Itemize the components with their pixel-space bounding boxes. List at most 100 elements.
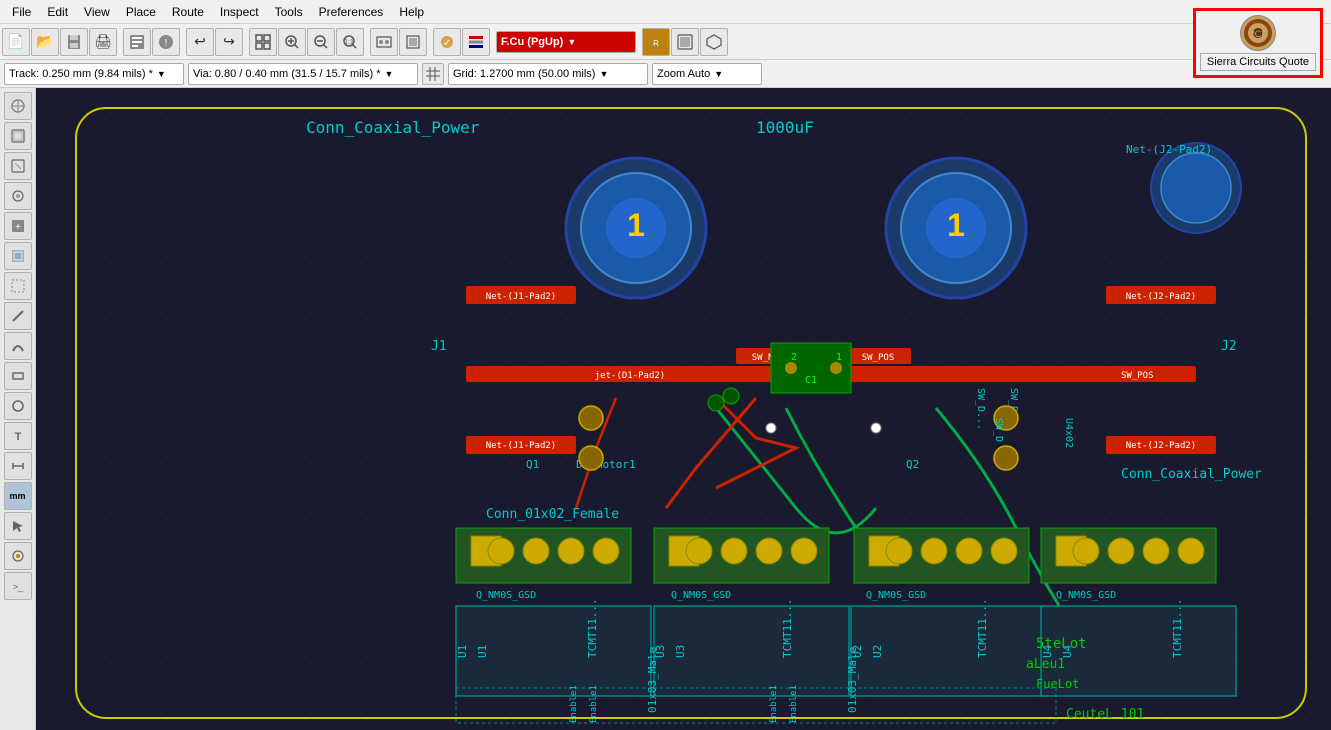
- svg-text:FueLot: FueLot: [1036, 677, 1079, 691]
- menu-help[interactable]: Help: [391, 3, 432, 21]
- svg-text:Net-(J2-Pad2): Net-(J2-Pad2): [1126, 292, 1196, 302]
- via-arrow: ▼: [385, 69, 394, 79]
- tool-draw-line[interactable]: [4, 302, 32, 330]
- layer-select[interactable]: F.Cu (PgUp) ▼: [496, 31, 636, 53]
- sierra-circuits-quote-button[interactable]: Sierra Circuits Quote: [1200, 53, 1316, 71]
- netlist-button[interactable]: [370, 28, 398, 56]
- tool-via[interactable]: [4, 182, 32, 210]
- drc-button[interactable]: !: [152, 28, 180, 56]
- via-select[interactable]: Via: 0.80 / 0.40 mm (31.5 / 15.7 mils) *…: [188, 63, 418, 85]
- tool-draw-circle[interactable]: [4, 392, 32, 420]
- menu-bar: File Edit View Place Route Inspect Tools…: [0, 0, 1331, 24]
- svg-text:U3: U3: [674, 645, 687, 658]
- svg-text:2: 2: [791, 352, 797, 363]
- svg-text:1: 1: [627, 207, 645, 243]
- svg-text:1: 1: [947, 207, 965, 243]
- svg-text:CeuteL 101: CeuteL 101: [1066, 707, 1144, 722]
- zoom-in-button[interactable]: [278, 28, 306, 56]
- svg-text:SW_D: SW_D: [993, 418, 1004, 442]
- zoom-out-button[interactable]: [307, 28, 335, 56]
- svg-text:U4x02: U4x02: [1063, 418, 1074, 448]
- print-button[interactable]: 🖨: [89, 28, 117, 56]
- svg-text:T: T: [14, 431, 21, 443]
- zoom-select[interactable]: Zoom Auto ▼: [652, 63, 762, 85]
- tool-scripting[interactable]: >_: [4, 572, 32, 600]
- svg-text:Q_NM0S_GSD: Q_NM0S_GSD: [671, 590, 731, 601]
- tool-highlight-net[interactable]: [4, 542, 32, 570]
- tool-pointer[interactable]: [4, 512, 32, 540]
- main-toolbar: 📄 📂 🖨 ! ↩ ↪ 1:1 ✓ F.Cu (PgUp) ▼: [0, 24, 1331, 60]
- grid-select[interactable]: Grid: 1.2700 mm (50.00 mils) ▼: [448, 63, 648, 85]
- grid-value: Grid: 1.2700 mm (50.00 mils): [453, 68, 595, 80]
- zoom-fit-button[interactable]: [249, 28, 277, 56]
- layer-select-value: F.Cu (PgUp): [501, 36, 563, 48]
- save-button[interactable]: [60, 28, 88, 56]
- board-setup-button[interactable]: [671, 28, 699, 56]
- svg-text:jet-(D1-Pad2): jet-(D1-Pad2): [595, 371, 665, 381]
- tool-measure[interactable]: [4, 452, 32, 480]
- component-button[interactable]: [399, 28, 427, 56]
- track-arrow: ▼: [157, 69, 166, 79]
- menu-place[interactable]: Place: [118, 3, 164, 21]
- sierra-icon[interactable]: PCB: [1240, 15, 1276, 51]
- zoom-original-button[interactable]: 1:1: [336, 28, 364, 56]
- svg-text:Net-(J2-Pad2): Net-(J2-Pad2): [1126, 441, 1196, 451]
- menu-preferences[interactable]: Preferences: [311, 3, 392, 21]
- zoom-value: Zoom Auto: [657, 68, 710, 80]
- via-value: Via: 0.80 / 0.40 mm (31.5 / 15.7 mils) *: [193, 68, 381, 80]
- redo-button[interactable]: ↪: [215, 28, 243, 56]
- svg-text:>_: >_: [12, 582, 23, 592]
- svg-text:Q1: Q1: [526, 458, 539, 471]
- svg-text:!: !: [165, 38, 168, 49]
- menu-file[interactable]: File: [4, 3, 39, 21]
- svg-text:1: 1: [836, 352, 842, 363]
- tool-zone[interactable]: [4, 242, 32, 270]
- svg-text:01x03_Male: 01x03_Male: [646, 647, 659, 713]
- tool-draw-rect[interactable]: [4, 362, 32, 390]
- svg-text:TCMT11...: TCMT11...: [586, 598, 599, 658]
- svg-text:1000uF: 1000uF: [756, 118, 814, 137]
- svg-text:Conn_01x02_Female: Conn_01x02_Female: [486, 507, 619, 522]
- tool-rule-area[interactable]: [4, 272, 32, 300]
- menu-inspect[interactable]: Inspect: [212, 3, 267, 21]
- tool-add-text[interactable]: T: [4, 422, 32, 450]
- track-value: Track: 0.250 mm (9.84 mils) *: [9, 68, 153, 80]
- svg-text:U2: U2: [871, 645, 884, 658]
- interactive-router-button[interactable]: R: [642, 28, 670, 56]
- left-toolbar: + T mm >_: [0, 88, 36, 730]
- svg-text:Q2: Q2: [906, 458, 919, 471]
- svg-text:Q_NM0S_GSD: Q_NM0S_GSD: [866, 590, 926, 601]
- new-button[interactable]: 📄: [2, 28, 30, 56]
- tool-draw-arc[interactable]: [4, 332, 32, 360]
- menu-view[interactable]: View: [76, 3, 118, 21]
- tool-cursor[interactable]: [4, 92, 32, 120]
- tool-add-footprint[interactable]: +: [4, 212, 32, 240]
- svg-text:✓: ✓: [443, 38, 451, 49]
- menu-route[interactable]: Route: [164, 3, 212, 21]
- svg-text:aLeu1: aLeu1: [1026, 657, 1065, 672]
- svg-text:01x03_Male: 01x03_Male: [846, 647, 859, 713]
- svg-text:J1: J1: [431, 339, 447, 354]
- menu-edit[interactable]: Edit: [39, 3, 76, 21]
- tool-diff-pair[interactable]: [4, 152, 32, 180]
- tool-mm[interactable]: mm: [4, 482, 32, 510]
- svg-text:Enable1: Enable1: [569, 685, 579, 723]
- open-button[interactable]: 📂: [31, 28, 59, 56]
- svg-text:J2: J2: [1221, 339, 1237, 354]
- layer-manager-button[interactable]: [462, 28, 490, 56]
- svg-text:R: R: [653, 39, 659, 48]
- pcb-canvas[interactable]: Conn_Coaxial_Power 1000uF 1 1 Net-(J2-Pa…: [36, 88, 1331, 730]
- gerber-button[interactable]: [123, 28, 151, 56]
- highlight-button[interactable]: ✓: [433, 28, 461, 56]
- menu-tools[interactable]: Tools: [267, 3, 311, 21]
- svg-text:TCMT11...: TCMT11...: [1171, 598, 1184, 658]
- pcb-3d-button[interactable]: [700, 28, 728, 56]
- svg-text:C1: C1: [805, 375, 817, 386]
- undo-button[interactable]: ↩: [186, 28, 214, 56]
- track-select[interactable]: Track: 0.250 mm (9.84 mils) * ▼: [4, 63, 184, 85]
- svg-text:SW_POS: SW_POS: [1121, 371, 1154, 381]
- tool-route[interactable]: [4, 122, 32, 150]
- svg-text:Q_NM0S_GSD: Q_NM0S_GSD: [476, 590, 536, 601]
- grid-settings-button[interactable]: [422, 63, 444, 85]
- svg-text:U1: U1: [456, 645, 469, 658]
